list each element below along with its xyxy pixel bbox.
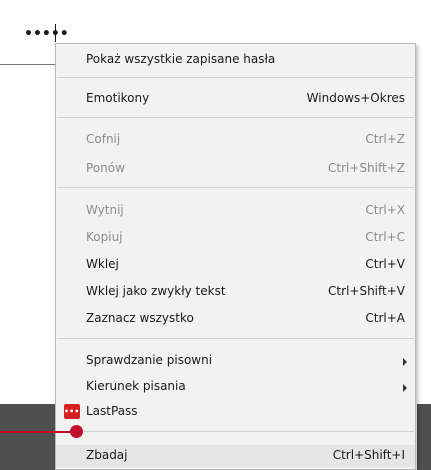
menu-item-label: Wklej [86,257,119,271]
password-value: ••••• [24,26,69,42]
menu-separator [57,77,414,78]
menu-item-inspect[interactable]: Zbadaj Ctrl+Shift+I [56,445,415,467]
chevron-right-icon [403,384,407,392]
menu-item-cut[interactable]: Wytnij Ctrl+X [56,200,415,222]
chevron-right-icon [403,358,407,366]
menu-item-paste-plain-text[interactable]: Wklej jako zwykły tekst Ctrl+Shift+V [56,281,415,303]
menu-item-shortcut: Ctrl+Shift+V [328,284,405,298]
menu-item-shortcut: Ctrl+V [365,257,405,271]
menu-item-shortcut: Ctrl+X [365,203,405,217]
menu-item-show-saved-passwords[interactable]: Pokaż wszystkie zapisane hasła [56,49,415,71]
menu-item-copy[interactable]: Kopiuj Ctrl+C [56,227,415,249]
context-menu: Pokaż wszystkie zapisane hasła Emotikony… [55,43,416,470]
menu-item-shortcut: Ctrl+Z [365,132,405,146]
menu-item-label: Cofnij [86,132,121,146]
menu-item-lastpass[interactable]: •••| LastPass [56,401,415,423]
menu-item-emoji[interactable]: Emotikony Windows+Okres [56,88,415,110]
menu-item-paste[interactable]: Wklej Ctrl+V [56,254,415,276]
password-input[interactable]: ••••• [0,0,69,65]
dark-page-region [0,404,55,470]
menu-separator [57,431,414,432]
text-caret [55,24,56,42]
callout-marker [70,425,83,438]
menu-item-shortcut: Ctrl+A [365,311,405,325]
menu-item-label: Wklej jako zwykły tekst [86,284,226,298]
menu-separator [57,187,414,188]
menu-separator [57,338,414,339]
callout-line [0,431,76,433]
menu-item-label: Emotikony [86,91,150,105]
menu-separator [57,117,414,118]
menu-item-shortcut: Ctrl+Shift+Z [328,161,405,175]
lastpass-icon: •••| [64,404,82,419]
menu-item-label: Kierunek pisania [86,379,186,393]
menu-item-label: Kopiuj [86,230,123,244]
menu-item-shortcut: Ctrl+Shift+I [332,448,405,462]
menu-item-label: Sprawdzanie pisowni [86,353,213,367]
menu-item-label: LastPass [86,404,138,418]
menu-item-undo[interactable]: Cofnij Ctrl+Z [56,129,415,151]
menu-item-select-all[interactable]: Zaznacz wszystko Ctrl+A [56,308,415,330]
menu-item-shortcut: Windows+Okres [306,91,405,105]
menu-item-label: Pokaż wszystkie zapisane hasła [86,52,276,66]
menu-item-label: Zbadaj [86,448,128,462]
menu-item-spellcheck[interactable]: Sprawdzanie pisowni [56,350,415,372]
page-right-area [417,0,431,404]
dark-page-region-right [417,404,431,470]
menu-item-redo[interactable]: Ponów Ctrl+Shift+Z [56,158,415,180]
menu-item-label: Wytnij [86,203,124,217]
menu-item-writing-direction[interactable]: Kierunek pisania [56,376,415,398]
menu-item-label: Zaznacz wszystko [86,311,194,325]
menu-item-label: Ponów [86,161,125,175]
menu-item-shortcut: Ctrl+C [365,230,405,244]
